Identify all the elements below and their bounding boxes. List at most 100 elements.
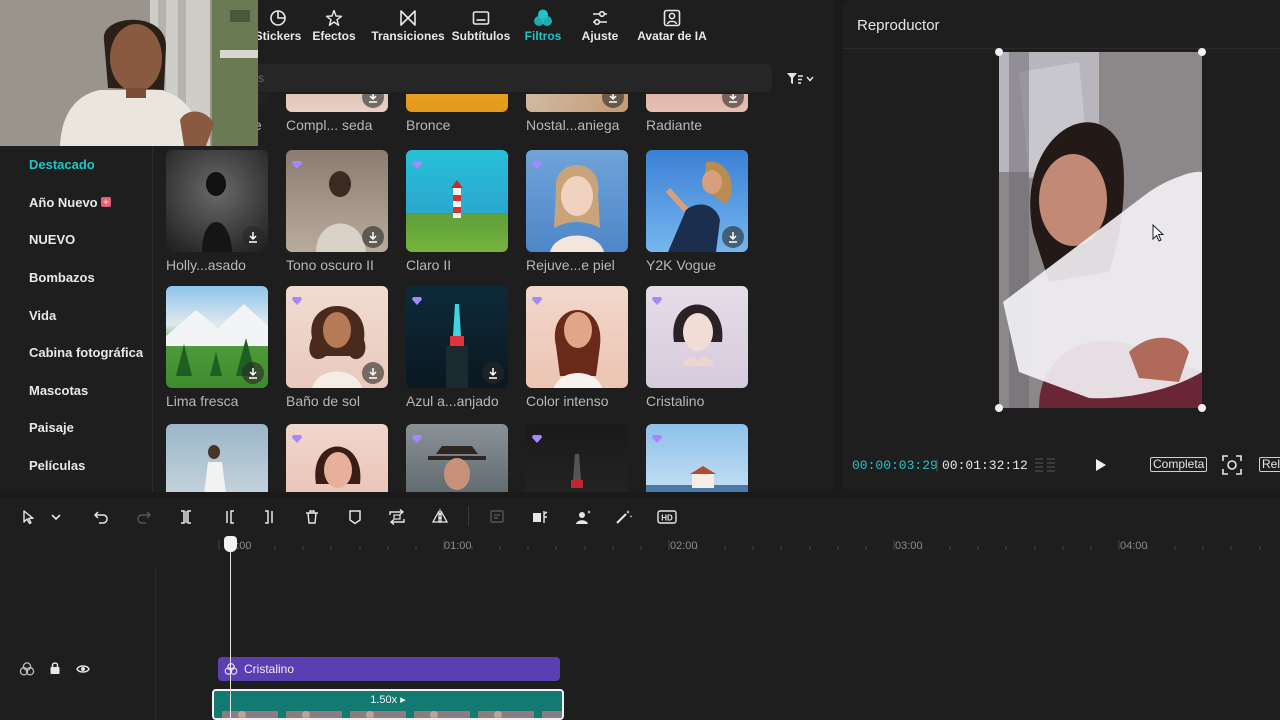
remove-background-icon[interactable]	[487, 506, 509, 528]
download-icon[interactable]	[602, 94, 624, 108]
search-input[interactable]: s	[258, 64, 772, 92]
loop-icon[interactable]	[386, 506, 408, 528]
select-pointer-icon[interactable]	[18, 506, 40, 528]
premium-gem-icon	[292, 292, 302, 305]
tab-label: Efectos	[312, 29, 356, 43]
filter-card[interactable]: Tono oscuro II	[286, 150, 388, 273]
filter-label: Radiante	[646, 117, 703, 133]
ratio-button[interactable]: Rel	[1259, 457, 1280, 472]
sidebar-item-cabina-fotografica[interactable]: Cabina fotográfica	[0, 334, 152, 372]
capcut-editor: Stickers Efectos Transiciones Subtítulos…	[0, 0, 1280, 720]
tab-efectos[interactable]: Efectos	[298, 0, 370, 56]
sidebar-item-bombazos[interactable]: Bombazos	[0, 259, 152, 297]
split-left-icon[interactable]	[218, 506, 240, 528]
filter-card[interactable]	[526, 424, 628, 492]
marker-icon[interactable]	[344, 506, 366, 528]
player-panel: Reproductor 00:00:03:29 | 00:01:32:12 Co…	[843, 0, 1280, 492]
split-right-icon[interactable]	[259, 506, 281, 528]
filter-card[interactable]: Radiante	[646, 94, 748, 133]
ai-person-icon[interactable]	[572, 506, 594, 528]
sidebar-item-label: Año Nuevo	[29, 194, 98, 210]
filter-card[interactable]: Holly...asado	[166, 150, 268, 273]
filter-clip[interactable]: Cristalino	[218, 657, 560, 681]
eye-icon[interactable]	[76, 662, 90, 680]
filter-card[interactable]: Claro II	[406, 150, 508, 273]
lock-icon[interactable]	[49, 661, 61, 680]
delete-icon[interactable]	[301, 506, 323, 528]
download-icon[interactable]	[362, 226, 384, 248]
magic-wand-icon[interactable]	[613, 506, 635, 528]
hd-enhance-icon[interactable]: HD	[656, 506, 678, 528]
filter-card[interactable]	[406, 424, 508, 492]
premium-gem-icon	[652, 292, 662, 305]
filter-card[interactable]	[286, 424, 388, 492]
sidebar-item-label: NUEVO	[29, 232, 76, 248]
filter-card[interactable]: Color intenso	[526, 286, 628, 409]
premium-gem-icon	[412, 430, 422, 443]
filter-card[interactable]	[646, 424, 748, 492]
ruler-tick-label: 02:00	[670, 540, 698, 552]
tab-filtros[interactable]: Filtros	[516, 0, 570, 56]
tab-stickers[interactable]: Stickers	[255, 0, 301, 56]
sidebar-item-label: Mascotas	[29, 382, 89, 398]
download-icon[interactable]	[482, 362, 504, 384]
sidebar-item-paisaje[interactable]: Paisaje	[0, 409, 152, 447]
sidebar-item-vida[interactable]: Vida	[0, 296, 152, 334]
clip-speed-value: 1.50x	[370, 694, 398, 706]
download-icon[interactable]	[722, 226, 744, 248]
filter-card[interactable]: Y2K Vogue	[646, 150, 748, 273]
filter-card[interactable]: Nostal...aniega	[526, 94, 628, 133]
play-icon[interactable]	[1090, 455, 1110, 475]
download-icon[interactable]	[362, 362, 384, 384]
crop-handle[interactable]	[1198, 404, 1206, 412]
sidebar-item-mascotas[interactable]: Mascotas	[0, 372, 152, 410]
video-clip[interactable]: 1.50x ▸	[212, 689, 564, 720]
sort-filter-button[interactable]	[786, 70, 818, 88]
asset-toolbar: Stickers Efectos Transiciones Subtítulos…	[255, 0, 710, 56]
playhead-handle[interactable]	[224, 536, 237, 552]
filter-card[interactable]: Lima fresca	[166, 286, 268, 409]
tab-ajuste[interactable]: Ajuste	[570, 0, 630, 56]
sidebar-item-nuevo[interactable]: NUEVO	[0, 221, 152, 259]
adjust-sliders-icon	[590, 8, 610, 28]
tab-subtitulos[interactable]: Subtítulos	[446, 0, 516, 56]
timeline-panel: HD 00:00 01:00 02:00 03:00 04:00 Cristal…	[0, 498, 1280, 720]
video-preview[interactable]	[999, 52, 1202, 408]
download-icon[interactable]	[362, 94, 384, 108]
filter-card[interactable]: Bronce	[406, 94, 508, 133]
chevron-down-icon[interactable]	[45, 506, 67, 528]
redo-icon[interactable]	[133, 506, 155, 528]
sidebar-item-destacado[interactable]: Destacado	[0, 146, 152, 184]
mirror-icon[interactable]	[429, 506, 451, 528]
player-title: Reproductor	[857, 17, 940, 34]
filter-card[interactable]: Azul a...anjado	[406, 286, 508, 409]
effects-star-icon	[324, 8, 344, 28]
tab-avatar-ia[interactable]: Avatar de IA	[634, 0, 710, 56]
sidebar-item-ano-nuevo[interactable]: Año Nuevo	[0, 184, 152, 222]
crop-handle[interactable]	[995, 404, 1003, 412]
split-icon[interactable]	[175, 506, 197, 528]
filter-thumbnail	[286, 286, 388, 388]
filter-thumbnail	[526, 150, 628, 252]
filter-label: Baño de sol	[286, 393, 360, 409]
freeze-frame-icon[interactable]	[529, 506, 551, 528]
download-icon[interactable]	[722, 94, 744, 108]
filter-card[interactable]: Compl... seda	[286, 94, 388, 133]
filter-card[interactable]	[166, 424, 268, 492]
fit-screen-icon[interactable]	[1221, 454, 1243, 476]
crop-handle[interactable]	[995, 48, 1003, 56]
timeline-ruler[interactable]: 00:00 01:00 02:00 03:00 04:00	[0, 536, 1280, 558]
download-icon[interactable]	[242, 362, 264, 384]
sidebar-item-peliculas[interactable]: Películas	[0, 447, 152, 485]
crop-handle[interactable]	[1198, 48, 1206, 56]
quality-button[interactable]: Completa	[1150, 457, 1208, 472]
filter-card[interactable]: Baño de sol	[286, 286, 388, 409]
filter-card[interactable]: Rejuve...e piel	[526, 150, 628, 273]
undo-icon[interactable]	[90, 506, 112, 528]
premium-gem-icon	[412, 156, 422, 169]
tab-transiciones[interactable]: Transiciones	[370, 0, 446, 56]
sidebar-item-label: Películas	[29, 458, 86, 474]
filter-card[interactable]: Cristalino	[646, 286, 748, 409]
download-icon[interactable]	[242, 226, 264, 248]
premium-gem-icon	[292, 156, 302, 169]
